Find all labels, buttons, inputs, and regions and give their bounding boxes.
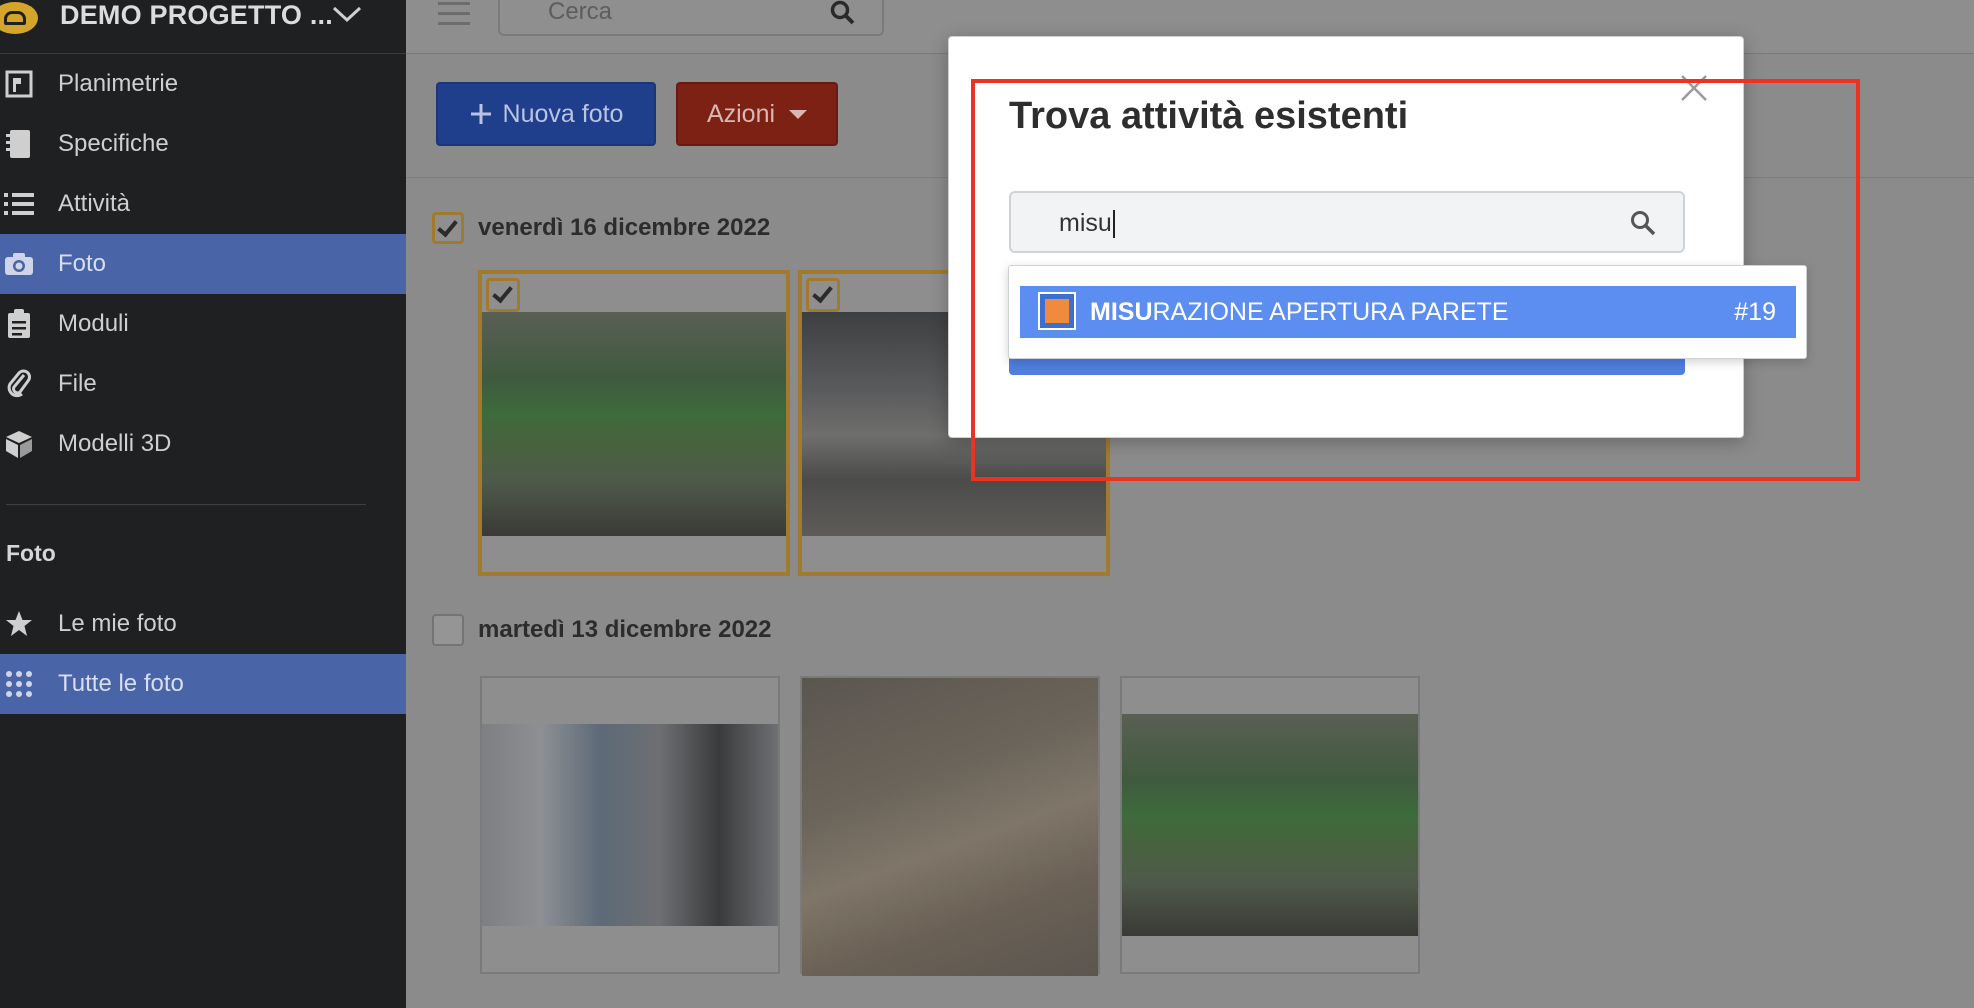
sidebar-item-attivita[interactable]: Attività (0, 174, 406, 234)
plus-icon (470, 104, 491, 124)
date-group-header: venerdì 16 dicembre 2022 (432, 212, 770, 244)
sidebar-section-heading: Foto (6, 540, 56, 566)
date-group-header: martedì 13 dicembre 2022 (432, 614, 772, 646)
sidebar-item-label: Specifiche (58, 130, 169, 157)
star-icon (4, 609, 34, 639)
photo-thumbnail[interactable] (1120, 676, 1420, 974)
photo-image (482, 724, 778, 926)
search-icon[interactable] (830, 0, 856, 26)
floorplan-icon (4, 69, 34, 99)
sidebar-divider (6, 504, 366, 505)
chevron-down-icon[interactable] (332, 2, 362, 28)
sidebar-item-label: File (58, 370, 97, 397)
photo-select-checkbox[interactable] (486, 278, 520, 312)
camera-icon (4, 249, 34, 279)
photo-image (482, 312, 786, 536)
group-select-checkbox[interactable] (432, 614, 464, 646)
sidebar-item-modelli-3d[interactable]: Modelli 3D (0, 414, 406, 474)
new-photo-label: Nuova foto (502, 99, 624, 128)
photo-image (1122, 714, 1418, 936)
notebook-icon (4, 129, 34, 159)
list-icon (4, 189, 34, 219)
group-select-checkbox[interactable] (432, 212, 464, 244)
sidebar-item-label: Attività (58, 190, 131, 217)
sidebar-item-label: Planimetrie (58, 70, 179, 97)
sidebar-item-label: Foto (58, 250, 107, 277)
sidebar-item-moduli[interactable]: Moduli (0, 294, 406, 354)
project-title: DEMO PROGETTO ... (60, 0, 333, 30)
sidebar-item-foto[interactable]: Foto (0, 234, 406, 294)
clipboard-icon (4, 309, 34, 339)
sidebar-item-label: Moduli (58, 310, 129, 337)
photo-select-checkbox[interactable] (806, 278, 840, 312)
sidebar-item-specifiche[interactable]: Specifiche (0, 114, 406, 174)
sidebar-item-label: Modelli 3D (58, 430, 172, 457)
cube-icon (4, 429, 34, 459)
search-input[interactable]: Cerca (498, 0, 884, 36)
group-date-label: martedì 13 dicembre 2022 (478, 616, 772, 643)
photo-thumbnail[interactable] (480, 676, 780, 974)
highlight-annotation-box (971, 79, 1860, 481)
paperclip-icon (4, 369, 34, 399)
group-date-label: venerdì 16 dicembre 2022 (478, 214, 771, 241)
grid-icon (4, 669, 34, 699)
actions-dropdown-button[interactable]: Azioni (676, 82, 838, 146)
sidebar-item-tutte-le-foto[interactable]: Tutte le foto (0, 654, 406, 714)
caret-down-icon (789, 109, 808, 119)
project-logo-icon (0, 2, 38, 34)
sidebar: DEMO PROGETTO ... Planimetrie Specifiche… (0, 0, 406, 1008)
photo-image (802, 678, 1098, 976)
new-photo-button[interactable]: Nuova foto (436, 82, 656, 146)
search-placeholder: Cerca (548, 0, 613, 25)
sidebar-item-label: Le mie foto (58, 610, 177, 637)
project-selector[interactable]: DEMO PROGETTO ... (0, 0, 406, 54)
menu-icon[interactable] (438, 2, 470, 26)
sidebar-item-file[interactable]: File (0, 354, 406, 414)
actions-label: Azioni (706, 99, 776, 128)
photo-thumbnail[interactable] (800, 676, 1100, 976)
sidebar-item-le-mie-foto[interactable]: Le mie foto (0, 594, 406, 654)
sidebar-item-label: Tutte le foto (58, 670, 184, 697)
sidebar-item-planimetrie[interactable]: Planimetrie (0, 54, 406, 114)
photo-thumbnail[interactable] (478, 270, 790, 576)
